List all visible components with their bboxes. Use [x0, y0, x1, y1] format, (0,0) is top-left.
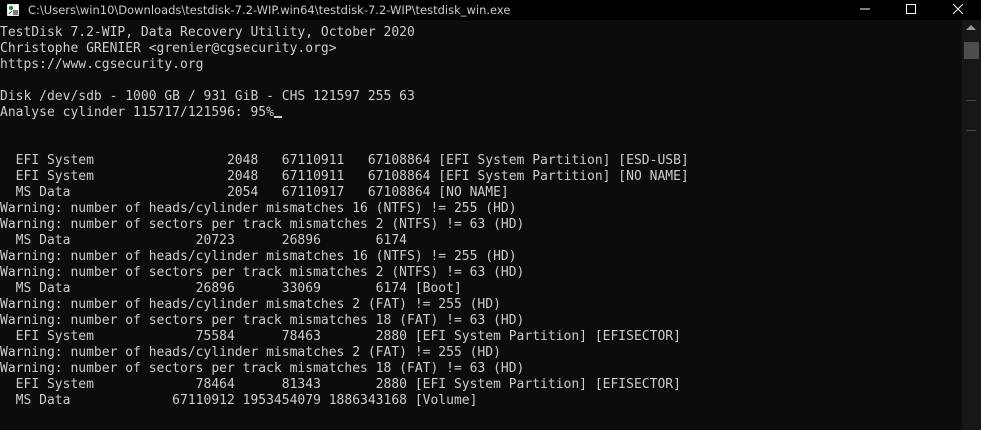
text-cursor: [273, 116, 282, 118]
window-title: C:\Users\win10\Downloads\testdisk-7.2-WI…: [28, 3, 511, 17]
testdisk-app-icon[interactable]: [6, 3, 20, 17]
console-window: C:\Users\win10\Downloads\testdisk-7.2-WI…: [0, 0, 981, 430]
terminal-line: EFI System 78464 81343 2880 [EFI System …: [0, 377, 681, 392]
terminal-line: Christophe GRENIER <grenier@cgsecurity.o…: [0, 41, 337, 56]
terminal-line: Warning: number of sectors per track mis…: [0, 265, 525, 280]
terminal-line: MS Data 2054 67110917 67108864 [NO NAME]: [0, 185, 509, 200]
terminal-line: TestDisk 7.2-WIP, Data Recovery Utility,…: [0, 25, 415, 40]
terminal-line: MS Data 20723 26896 6174: [0, 233, 407, 248]
scroll-up-arrow-icon[interactable]: [966, 25, 976, 30]
scrollbar-marker: [967, 130, 976, 131]
terminal-line: EFI System 75584 78463 2880 [EFI System …: [0, 329, 681, 344]
terminal-line: Warning: number of sectors per track mis…: [0, 361, 525, 376]
terminal-line: Warning: number of heads/cylinder mismat…: [0, 201, 517, 216]
minimize-button[interactable]: [842, 0, 888, 20]
terminal-line: https://www.cgsecurity.org: [0, 57, 204, 72]
close-button[interactable]: [935, 0, 981, 20]
terminal-line: Warning: number of sectors per track mis…: [0, 313, 525, 328]
scrollbar-thumb[interactable]: [964, 42, 979, 59]
vertical-scrollbar[interactable]: [962, 20, 981, 430]
terminal-line: Disk /dev/sdb - 1000 GB / 931 GiB - CHS …: [0, 89, 415, 104]
maximize-button[interactable]: [888, 0, 934, 20]
terminal-line: Warning: number of heads/cylinder mismat…: [0, 297, 501, 312]
progress-text: Analyse cylinder 115717/121596: 95%: [0, 105, 274, 120]
terminal-line: MS Data 67110912 1953454079 1886343168 […: [0, 393, 478, 408]
maximize-icon: [906, 1, 916, 19]
terminal-line: Warning: number of sectors per track mis…: [0, 217, 525, 232]
terminal-output[interactable]: TestDisk 7.2-WIP, Data Recovery Utility,…: [0, 25, 962, 430]
terminal-line: Warning: number of heads/cylinder mismat…: [0, 345, 501, 360]
minimize-icon: [860, 1, 870, 19]
title-bar[interactable]: C:\Users\win10\Downloads\testdisk-7.2-WI…: [0, 0, 981, 20]
terminal-line: EFI System 2048 67110911 67108864 [EFI S…: [0, 153, 689, 168]
terminal-line-progress: Analyse cylinder 115717/121596: 95%: [0, 105, 962, 121]
terminal-line: MS Data 26896 33069 6174 [Boot]: [0, 281, 462, 296]
terminal-line: Warning: number of heads/cylinder mismat…: [0, 249, 517, 264]
scrollbar-marker: [967, 100, 976, 101]
close-icon: [952, 1, 964, 19]
terminal-line: EFI System 2048 67110911 67108864 [EFI S…: [0, 169, 689, 184]
